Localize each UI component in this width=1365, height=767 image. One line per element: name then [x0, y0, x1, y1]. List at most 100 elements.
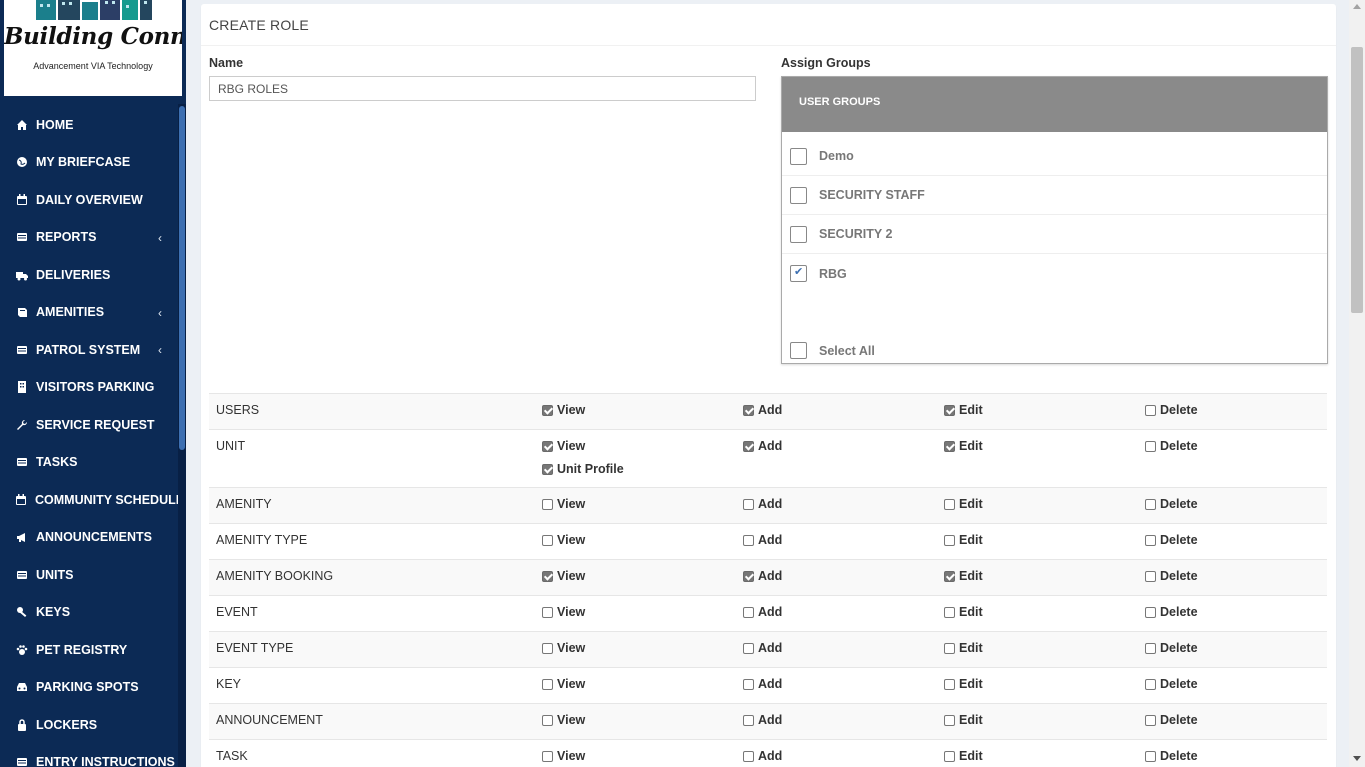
key-add-option[interactable]: Add: [743, 677, 782, 691]
view-checkbox[interactable]: [542, 714, 553, 726]
delete-checkbox[interactable]: [1145, 570, 1156, 582]
group-checkbox[interactable]: [790, 225, 807, 243]
event-view-option[interactable]: View: [542, 605, 585, 619]
add-checkbox[interactable]: [743, 642, 754, 654]
announcement-edit-option[interactable]: Edit: [944, 713, 983, 727]
unit-view-option[interactable]: View: [542, 439, 585, 453]
scroll-down-arrow-icon[interactable]: [1353, 756, 1361, 761]
amenity-booking-delete-option[interactable]: Delete: [1145, 569, 1198, 583]
amenity-type-edit-option[interactable]: Edit: [944, 533, 983, 547]
sidebar-item-amenities[interactable]: AMENITIES ‹: [0, 294, 178, 332]
view-checkbox[interactable]: [542, 678, 553, 690]
view-checkbox[interactable]: [542, 750, 553, 762]
add-checkbox[interactable]: [743, 606, 754, 618]
delete-checkbox[interactable]: [1145, 642, 1156, 654]
sidebar-item-community-schedule[interactable]: COMMUNITY SCHEDULE: [0, 481, 184, 519]
event-edit-option[interactable]: Edit: [944, 605, 983, 619]
key-delete-option[interactable]: Delete: [1145, 677, 1198, 691]
amenity-booking-edit-option[interactable]: Edit: [944, 569, 983, 583]
view-checkbox[interactable]: [542, 498, 553, 510]
edit-checkbox[interactable]: [944, 714, 955, 726]
view-checkbox[interactable]: [542, 570, 553, 582]
view-checkbox[interactable]: [542, 440, 553, 452]
sidebar-item-deliveries[interactable]: DELIVERIES: [0, 256, 178, 294]
task-add-option[interactable]: Add: [743, 749, 782, 763]
unit-profile-checkbox[interactable]: [542, 463, 553, 475]
scroll-up-arrow-icon[interactable]: [1353, 4, 1361, 9]
delete-checkbox[interactable]: [1145, 534, 1156, 546]
edit-checkbox[interactable]: [944, 404, 955, 416]
sidebar-item-daily-overview[interactable]: DAILY OVERVIEW: [0, 181, 178, 219]
sidebar-item-visitors-parking[interactable]: VISITORS PARKING: [0, 369, 178, 407]
select-all-row[interactable]: Select All: [782, 331, 1327, 370]
unit-add-option[interactable]: Add: [743, 439, 782, 453]
select-all-checkbox[interactable]: [790, 342, 807, 359]
group-checkbox[interactable]: [790, 265, 807, 282]
amenity-booking-add-option[interactable]: Add: [743, 569, 782, 583]
edit-checkbox[interactable]: [944, 498, 955, 510]
delete-checkbox[interactable]: [1145, 404, 1156, 416]
add-checkbox[interactable]: [743, 534, 754, 546]
announcement-view-option[interactable]: View: [542, 713, 585, 727]
group-row-rbg[interactable]: RBG: [782, 254, 1327, 293]
group-row-security-staff[interactable]: SECURITY STAFF: [782, 176, 1327, 215]
group-checkbox[interactable]: [790, 186, 807, 204]
sidebar-item-pet-registry[interactable]: PET REGISTRY: [0, 631, 178, 669]
task-edit-option[interactable]: Edit: [944, 749, 983, 763]
event-type-add-option[interactable]: Add: [743, 641, 782, 655]
key-view-option[interactable]: View: [542, 677, 585, 691]
sidebar-scrollbar-thumb[interactable]: [179, 106, 185, 450]
sidebar-item-announcements[interactable]: ANNOUNCEMENTS: [0, 519, 178, 557]
unit-profile-option[interactable]: Unit Profile: [542, 462, 624, 476]
add-checkbox[interactable]: [743, 498, 754, 510]
users-view-option[interactable]: View: [542, 403, 585, 417]
delete-checkbox[interactable]: [1145, 440, 1156, 452]
unit-delete-option[interactable]: Delete: [1145, 439, 1198, 453]
sidebar-item-my-briefcase[interactable]: MY BRIEFCASE: [0, 144, 178, 182]
task-delete-option[interactable]: Delete: [1145, 749, 1198, 763]
sidebar-item-patrol-system[interactable]: PATROL SYSTEM ‹: [0, 331, 178, 369]
amenity-type-add-option[interactable]: Add: [743, 533, 782, 547]
users-edit-option[interactable]: Edit: [944, 403, 983, 417]
event-type-delete-option[interactable]: Delete: [1145, 641, 1198, 655]
chevron-left-icon[interactable]: ‹: [158, 231, 162, 245]
add-checkbox[interactable]: [743, 404, 754, 416]
view-checkbox[interactable]: [542, 534, 553, 546]
edit-checkbox[interactable]: [944, 440, 955, 452]
delete-checkbox[interactable]: [1145, 750, 1156, 762]
announcement-add-option[interactable]: Add: [743, 713, 782, 727]
sidebar-item-parking-spots[interactable]: PARKING SPOTS: [0, 669, 178, 707]
amenity-view-option[interactable]: View: [542, 497, 585, 511]
view-checkbox[interactable]: [542, 642, 553, 654]
add-checkbox[interactable]: [743, 678, 754, 690]
edit-checkbox[interactable]: [944, 750, 955, 762]
view-checkbox[interactable]: [542, 404, 553, 416]
add-checkbox[interactable]: [743, 440, 754, 452]
group-row-demo[interactable]: Demo: [782, 137, 1327, 176]
sidebar-item-service-request[interactable]: SERVICE REQUEST: [0, 406, 178, 444]
view-checkbox[interactable]: [542, 606, 553, 618]
users-delete-option[interactable]: Delete: [1145, 403, 1198, 417]
amenity-add-option[interactable]: Add: [743, 497, 782, 511]
chevron-left-icon[interactable]: ‹: [158, 306, 162, 320]
sidebar-item-entry-instructions[interactable]: ENTRY INSTRUCTIONS: [0, 744, 178, 767]
page-scrollbar-thumb[interactable]: [1351, 47, 1363, 313]
add-checkbox[interactable]: [743, 714, 754, 726]
sidebar-item-home[interactable]: HOME: [0, 106, 178, 144]
event-add-option[interactable]: Add: [743, 605, 782, 619]
sidebar-item-lockers[interactable]: LOCKERS: [0, 706, 178, 744]
sidebar-item-tasks[interactable]: TASKS: [0, 444, 178, 482]
edit-checkbox[interactable]: [944, 642, 955, 654]
delete-checkbox[interactable]: [1145, 498, 1156, 510]
add-checkbox[interactable]: [743, 750, 754, 762]
announcement-delete-option[interactable]: Delete: [1145, 713, 1198, 727]
building-connect-logo[interactable]: Building Connect Advancement VIA Technol…: [4, 0, 182, 96]
role-name-input[interactable]: [209, 76, 756, 101]
page-scrollbar[interactable]: [1349, 0, 1365, 767]
event-type-view-option[interactable]: View: [542, 641, 585, 655]
event-delete-option[interactable]: Delete: [1145, 605, 1198, 619]
sidebar-item-units[interactable]: UNITS: [0, 556, 178, 594]
sidebar-item-reports[interactable]: REPORTS ‹: [0, 219, 178, 257]
amenity-type-view-option[interactable]: View: [542, 533, 585, 547]
amenity-delete-option[interactable]: Delete: [1145, 497, 1198, 511]
